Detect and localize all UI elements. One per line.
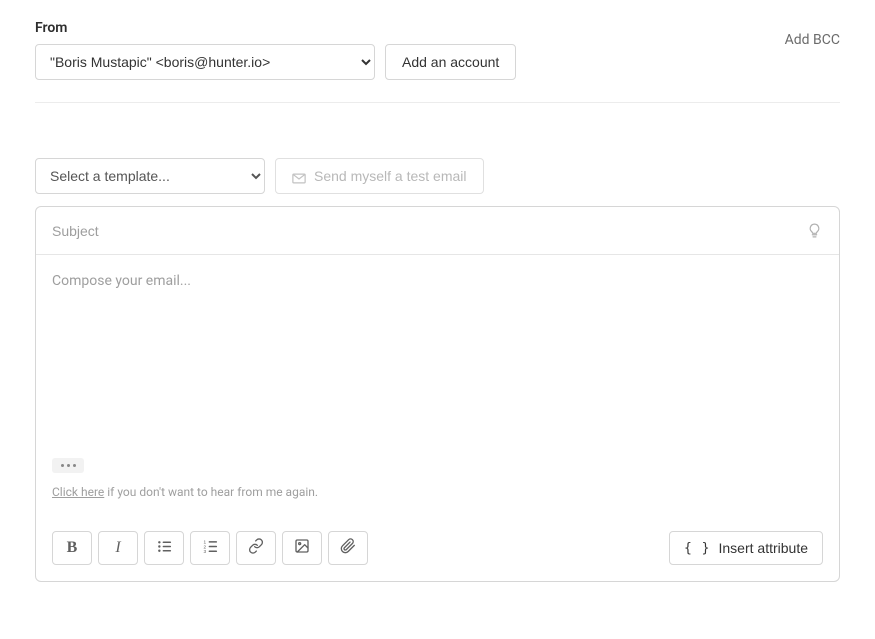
template-select[interactable]: Select a template...: [35, 158, 265, 194]
add-account-button[interactable]: Add an account: [385, 44, 516, 80]
from-account-select[interactable]: "Boris Mustapic" <boris@hunter.io>: [35, 44, 375, 80]
mail-icon: [292, 171, 306, 182]
section-divider: [35, 102, 840, 103]
insert-attribute-button[interactable]: { } Insert attribute: [669, 531, 823, 565]
send-test-email-button[interactable]: Send myself a test email: [275, 158, 484, 194]
from-row: "Boris Mustapic" <boris@hunter.io> Add a…: [35, 44, 840, 80]
subject-row: [36, 207, 839, 255]
paperclip-icon: [340, 538, 356, 558]
link-button[interactable]: [236, 531, 276, 565]
italic-icon: I: [115, 539, 120, 557]
unordered-list-button[interactable]: [144, 531, 184, 565]
signature-dots-button[interactable]: [52, 458, 84, 473]
editor-box: Compose your email... Click here if you …: [35, 206, 840, 582]
insert-attribute-label: Insert attribute: [719, 540, 809, 556]
unsubscribe-link[interactable]: Click here: [52, 485, 104, 499]
unsubscribe-text: if you don't want to hear from me again.: [104, 485, 318, 499]
image-icon: [294, 538, 310, 558]
attachment-button[interactable]: [328, 531, 368, 565]
suggestions-icon[interactable]: [806, 222, 823, 239]
svg-text:3: 3: [203, 549, 206, 554]
from-label: From: [35, 20, 840, 36]
link-icon: [248, 538, 264, 558]
signature-toggle: [36, 455, 839, 485]
compose-area[interactable]: Compose your email...: [36, 255, 839, 455]
image-button[interactable]: [282, 531, 322, 565]
unsubscribe-line: Click here if you don't want to hear fro…: [36, 485, 839, 519]
editor-toolbar: B I: [36, 519, 839, 581]
bold-icon: B: [67, 539, 78, 557]
braces-icon: { }: [684, 541, 710, 556]
template-row: Select a template... Send myself a test …: [35, 158, 840, 194]
add-bcc-link[interactable]: Add BCC: [785, 32, 840, 48]
subject-input[interactable]: [52, 223, 794, 239]
ordered-list-icon: 1 2 3: [203, 539, 218, 558]
unordered-list-icon: [157, 539, 172, 558]
compose-placeholder: Compose your email...: [52, 273, 191, 289]
italic-button[interactable]: I: [98, 531, 138, 565]
send-test-email-label: Send myself a test email: [314, 168, 467, 184]
bold-button[interactable]: B: [52, 531, 92, 565]
ordered-list-button[interactable]: 1 2 3: [190, 531, 230, 565]
